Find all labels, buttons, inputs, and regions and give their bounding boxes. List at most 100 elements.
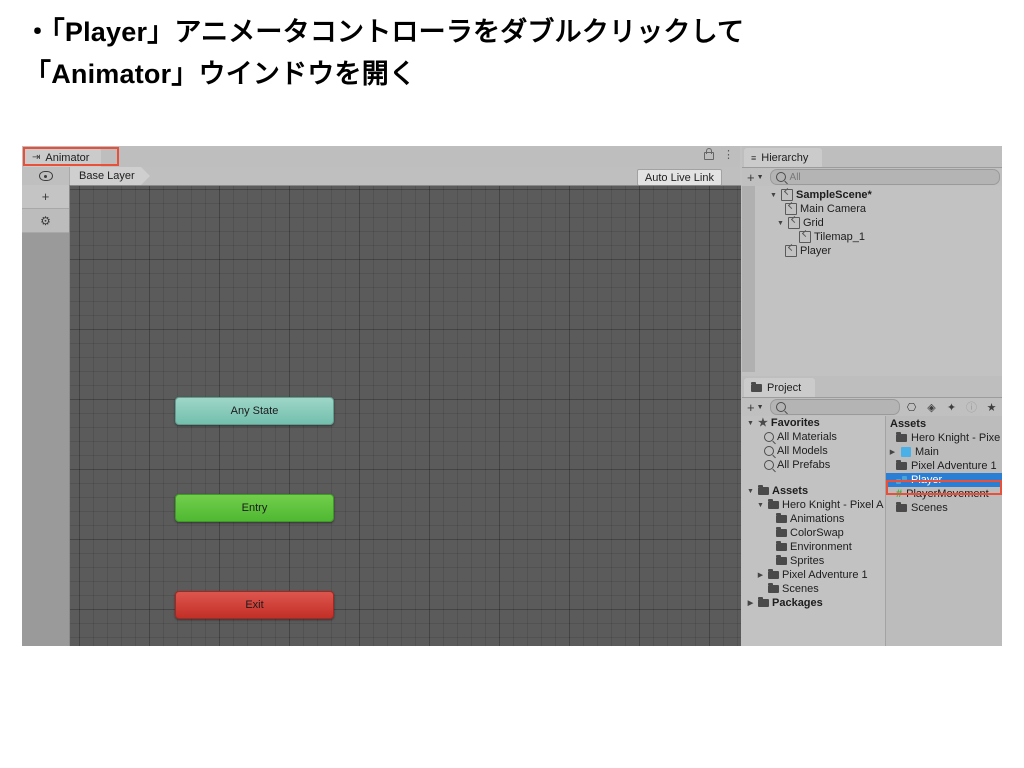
plus-icon: + [747, 169, 755, 185]
tab-hierarchy[interactable]: ≡ Hierarchy [744, 148, 823, 167]
object-picker-icon[interactable]: ◈ [923, 400, 940, 415]
animator-window-controls: ⋮ [704, 148, 734, 160]
auto-live-link-button[interactable]: Auto Live Link [636, 169, 722, 186]
lock-icon[interactable] [704, 148, 714, 160]
hierarchy-item-label: Tilemap_1 [814, 231, 865, 243]
project-tree-assets[interactable]: ▼ Assets [742, 484, 885, 498]
twisty-down-icon[interactable]: ▼ [776, 220, 785, 227]
project-search-input[interactable] [769, 399, 900, 415]
favorite-star-icon[interactable]: ★ [983, 400, 1000, 415]
project-tree-packages[interactable]: ▶ Packages [742, 596, 885, 610]
project-tree-all-prefabs[interactable]: All Prefabs [742, 458, 885, 472]
project-tree-scenes[interactable]: Scenes [742, 582, 885, 596]
folder-icon [751, 381, 762, 392]
project-asset-list[interactable]: Assets Hero Knight - Pixe ▶ Main Pixel A… [886, 416, 1002, 646]
folder-open-icon [768, 499, 779, 509]
plus-icon: + [747, 399, 755, 415]
project-tree-label: Scenes [782, 583, 819, 595]
search-icon [775, 172, 786, 182]
state-node-entry[interactable]: Entry [175, 494, 334, 522]
chevron-down-icon: ▼ [756, 173, 764, 181]
search-in-scene-icon[interactable]: ⎔ [903, 400, 920, 415]
project-toolbar: + ▼ ⎔ ◈ ✦ ⓘ ★ [742, 398, 1002, 417]
hierarchy-item-samplescene[interactable]: ▼ SampleScene* [755, 188, 1002, 202]
hierarchy-item-label: Grid [803, 217, 824, 229]
project-tree-environment[interactable]: Environment [742, 540, 885, 554]
hierarchy-toolbar: + ▼ All [742, 168, 1002, 187]
asset-row-player[interactable]: Player [886, 473, 1002, 487]
project-tree-label: All Models [777, 445, 828, 457]
visibility-eye-icon [38, 171, 53, 181]
hierarchy-item-label: Player [800, 245, 832, 257]
star-icon: ★ [758, 416, 768, 429]
gameobject-icon [785, 245, 797, 257]
project-tree-label: Hero Knight - Pixel A [782, 499, 884, 511]
tab-project-label: Project [767, 381, 802, 394]
animator-icon: ⇥ [32, 152, 41, 163]
tab-project[interactable]: Project [744, 378, 816, 397]
project-tree-favorites[interactable]: ▼ ★ Favorites [742, 416, 885, 430]
hierarchy-item-grid[interactable]: ▼ Grid [755, 216, 1002, 230]
state-node-any-state[interactable]: Any State [175, 397, 334, 425]
project-tree-hero-knight[interactable]: ▼ Hero Knight - Pixel A [742, 498, 885, 512]
state-node-label: Any State [230, 405, 279, 417]
add-layer-button[interactable]: + [22, 185, 69, 209]
gameobject-icon [785, 203, 797, 215]
layer-settings-button[interactable]: ⚙ [22, 209, 69, 233]
state-node-label: Entry [241, 502, 268, 514]
hierarchy-add-button[interactable]: + ▼ [744, 171, 767, 184]
project-tree-pixel-adventure-1[interactable]: ▶ Pixel Adventure 1 [742, 568, 885, 582]
search-icon [775, 402, 786, 412]
twisty-right-icon[interactable]: ▶ [746, 599, 755, 607]
twisty-down-icon[interactable]: ▼ [769, 192, 778, 199]
project-tree-label: Favorites [770, 417, 820, 429]
project-tree-sprites[interactable]: Sprites [742, 554, 885, 568]
project-add-button[interactable]: + ▼ [744, 401, 767, 414]
project-tree-all-models[interactable]: All Models [742, 444, 885, 458]
asset-row-playermovement[interactable]: # PlayerMovement [886, 487, 1002, 501]
right-docked-panels: ≡ Hierarchy + ▼ All ▼ SampleScene* Main … [742, 146, 1002, 646]
prefab-icon [901, 447, 911, 457]
project-folder-tree[interactable]: ▼ ★ Favorites All Materials All Models A… [742, 416, 886, 646]
project-tree-label: Packages [772, 597, 823, 609]
project-tree-all-materials[interactable]: All Materials [742, 430, 885, 444]
asset-row-main[interactable]: ▶ Main [886, 445, 1002, 459]
twisty-down-icon[interactable]: ▼ [746, 488, 755, 495]
asset-row-scenes[interactable]: Scenes [886, 501, 1002, 515]
hierarchy-item-main-camera[interactable]: Main Camera [755, 202, 1002, 216]
asset-list-header-label: Assets [890, 417, 927, 430]
tab-animator[interactable]: ⇥ Animator [24, 148, 102, 167]
animator-state-graph-canvas[interactable]: Any State Entry Exit [69, 185, 741, 646]
folder-open-icon [758, 485, 769, 495]
kebab-menu-icon[interactable]: ⋮ [723, 149, 734, 160]
project-tree-label: Sprites [790, 555, 825, 567]
label-tag-icon[interactable]: ✦ [943, 400, 960, 415]
animator-layers-column: + ⚙ [22, 185, 69, 646]
layers-empty-area [22, 233, 69, 646]
asset-row-hero-knight[interactable]: Hero Knight - Pixe [886, 431, 1002, 445]
project-tree-colorswap[interactable]: ColorSwap [742, 526, 885, 540]
hierarchy-window: ≡ Hierarchy + ▼ All ▼ SampleScene* Main … [742, 146, 1002, 372]
twisty-down-icon[interactable]: ▼ [756, 502, 765, 509]
state-node-label: Exit [245, 599, 264, 611]
twisty-right-icon[interactable]: ▶ [888, 448, 897, 456]
hierarchy-item-tilemap-1[interactable]: Tilemap_1 [755, 230, 1002, 244]
asset-list-header: Assets [886, 416, 1002, 431]
hierarchy-item-player[interactable]: Player [755, 244, 1002, 258]
twisty-right-icon[interactable]: ▶ [756, 571, 765, 579]
gameobject-icon [788, 217, 800, 229]
asset-row-pixel-adventure-1[interactable]: Pixel Adventure 1 [886, 459, 1002, 473]
animator-window: ⇥ Animator ⋮ Base Layer Auto Live Link + [22, 146, 741, 646]
project-window: Project + ▼ ⎔ ◈ ✦ ⓘ ★ ▼ ★ Favorites All … [742, 376, 1002, 646]
search-icon [764, 446, 774, 456]
folder-icon [758, 597, 769, 607]
breadcrumb[interactable]: Base Layer [69, 167, 150, 185]
project-tree-animations[interactable]: Animations [742, 512, 885, 526]
layer-visibility-toggle[interactable] [22, 171, 69, 181]
hierarchy-tree[interactable]: ▼ SampleScene* Main Camera ▼ Grid Tilema… [755, 188, 1002, 258]
twisty-down-icon[interactable]: ▼ [746, 420, 755, 427]
tab-animator-label: Animator [45, 151, 90, 164]
hierarchy-search-input[interactable]: All [769, 169, 1000, 185]
gameobject-icon [799, 231, 811, 243]
state-node-exit[interactable]: Exit [175, 591, 334, 619]
